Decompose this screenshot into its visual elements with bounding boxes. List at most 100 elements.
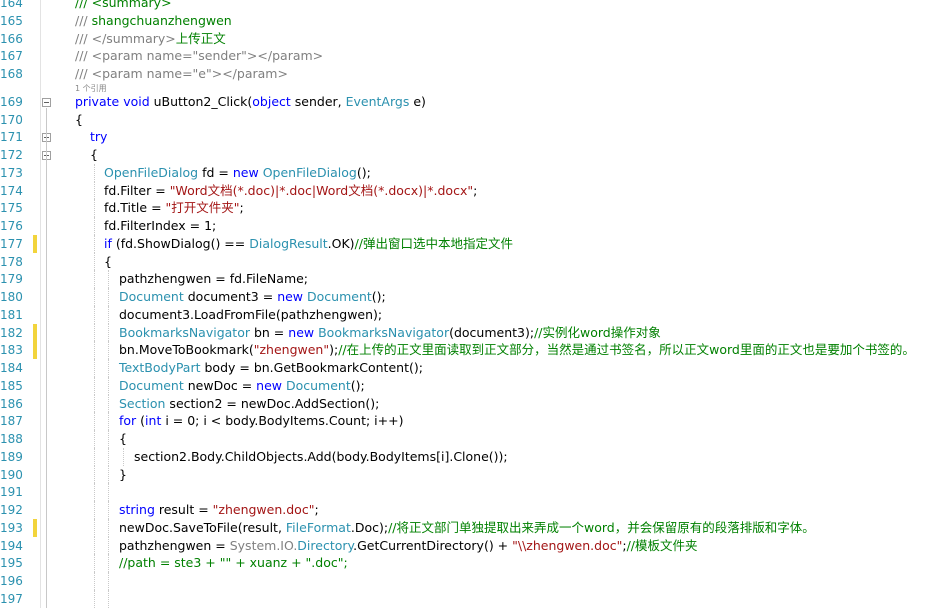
code-line[interactable]: 185 Document newDoc = new Document(); [0, 377, 936, 395]
code-line[interactable]: 172 { [0, 146, 936, 164]
code-token: ; [314, 502, 319, 517]
code-token: /// [75, 12, 92, 28]
code-token: result = [154, 502, 213, 517]
code-text: Section section2 = newDoc.AddSection(); [119, 395, 379, 413]
code-line[interactable]: 169 private void uButton2_Click(object se… [0, 93, 936, 111]
code-token: bn = [250, 324, 289, 340]
code-line[interactable]: 195 //path = ste3 + "" + xuanz + ".doc"; [0, 554, 936, 572]
code-token: new [256, 377, 282, 393]
code-token: pathzhengwen = [119, 537, 230, 553]
code-token: bn.MoveToBookmark( [119, 342, 254, 358]
code-token: OpenFileDialog [262, 164, 357, 180]
line-number: 167 [0, 49, 23, 64]
code-text: BookmarksNavigator bn = new BookmarksNav… [119, 324, 661, 342]
indent-guide [108, 501, 109, 519]
code-line[interactable]: 188 { [0, 430, 936, 448]
code-line[interactable]: 184 TextBodyPart body = bn.GetBookmarkCon… [0, 359, 936, 377]
indent-guide [108, 270, 109, 288]
code-line[interactable]: 170 { [0, 111, 936, 129]
code-line[interactable]: 196 [0, 572, 936, 590]
code-text: /// </summary>上传正文 [75, 30, 226, 48]
code-line[interactable]: 179 pathzhengwen = fd.FileName; [0, 270, 936, 288]
indent-guide [94, 589, 95, 608]
code-line[interactable]: 194 pathzhengwen = System.IO.Directory.Ge… [0, 537, 936, 555]
line-number: 194 [0, 538, 23, 553]
line-number: 196 [0, 574, 23, 588]
code-token: //在上传的正文里面读取到正文部分，当然是通过书签名，所以正文word里面的正文… [338, 342, 915, 358]
code-token: new [277, 289, 304, 304]
code-token: .OK) [327, 235, 355, 251]
code-token: Section [119, 395, 166, 411]
code-token: /// <summary> [75, 0, 172, 10]
code-text: pathzhengwen = fd.FileName; [119, 270, 308, 288]
code-line[interactable]: 174 fd.Filter = "Word文档(*.doc)|*.doc|Word… [0, 182, 936, 200]
line-number: 164 [0, 0, 23, 10]
code-token: { [119, 431, 127, 446]
indent-guide [94, 359, 95, 377]
code-line[interactable]: 182 BookmarksNavigator bn = new Bookmarks… [0, 323, 936, 342]
code-text: OpenFileDialog fd = new OpenFileDialog()… [104, 164, 371, 182]
code-token: "打开文件夹" [165, 200, 240, 216]
code-token: for [119, 413, 137, 429]
code-line[interactable]: 173 OpenFileDialog fd = new OpenFileDialo… [0, 164, 936, 182]
code-text: string result = "zhengwen.doc"; [119, 501, 319, 519]
code-token: .GetCurrentDirectory() + [353, 537, 513, 553]
code-token: e) [409, 93, 426, 109]
code-line[interactable]: 175 fd.Title = "打开文件夹"; [0, 199, 936, 217]
code-line[interactable]: 171 try [0, 128, 936, 146]
code-line[interactable]: 164 /// <summary> [0, 0, 936, 12]
code-token: ( [136, 413, 146, 429]
code-token: OpenFileDialog [104, 164, 199, 180]
code-line[interactable]: 186 Section section2 = newDoc.AddSection(… [0, 395, 936, 413]
code-line[interactable]: 197 [0, 590, 936, 608]
code-line[interactable]: 187 for (int i = 0; i < body.BodyItems.Co… [0, 412, 936, 430]
line-number: 177 [0, 236, 23, 251]
code-editor[interactable]: 164 /// <summary> 165 /// shangchuanzhengwe… [0, 0, 936, 608]
code-line[interactable]: 176 fd.FilterIndex = 1; [0, 217, 936, 235]
indent-guide [94, 483, 95, 501]
code-line[interactable]: 192 string result = "zhengwen.doc"; [0, 501, 936, 519]
code-line[interactable]: 178 { [0, 253, 936, 271]
indent-guide [108, 305, 109, 324]
line-number: 168 [0, 67, 23, 81]
code-line[interactable]: 190} [0, 466, 936, 484]
code-line[interactable]: 189 section2.Body.ChildObjects.Add(body.B… [0, 448, 936, 466]
code-text: { [119, 430, 127, 448]
indent-guide [94, 181, 95, 200]
indent-guide [108, 518, 109, 537]
code-line[interactable]: 191 [0, 483, 936, 501]
code-token: shangchuanzhengwen [91, 12, 232, 28]
code-line[interactable]: 193 newDoc.SaveToFile(result, FileFormat.… [0, 518, 936, 537]
code-text: fd.Title = "打开文件夹"; [104, 199, 244, 217]
code-text: { [75, 111, 83, 129]
code-token: void [123, 93, 150, 109]
indent-guide [94, 536, 95, 555]
code-line[interactable]: 177 if (fd.ShowDialog() == DialogResult.O… [0, 234, 936, 253]
change-marker [33, 234, 37, 253]
indent-guide [108, 554, 109, 572]
indent-guide [94, 270, 95, 288]
code-line[interactable]: 167 /// <param name="sender"></param> [0, 47, 936, 65]
indent-guide [94, 412, 95, 430]
code-line[interactable]: 183 bn.MoveToBookmark("zhengwen");//在上传的正… [0, 341, 936, 360]
indent-guide [94, 252, 95, 271]
code-token: "\\zhengwen.doc" [512, 537, 623, 553]
code-token: try [90, 129, 108, 145]
line-number: 186 [0, 396, 23, 411]
code-line[interactable]: 180 Document document3 = new Document(); [0, 288, 936, 306]
code-token: newDoc.SaveToFile(result, [119, 519, 286, 535]
indent-guide [94, 572, 95, 590]
code-token: document3 = [183, 289, 278, 304]
indent-guide [108, 394, 109, 413]
code-line[interactable]: 166 /// </summary>上传正文 [0, 30, 936, 48]
code-line[interactable]: 181 document3.LoadFromFile(pathzhengwen); [0, 306, 936, 324]
indent-guide [123, 447, 124, 466]
change-marker [33, 323, 37, 342]
line-number: 178 [0, 254, 23, 269]
line-number: 181 [0, 307, 23, 322]
code-text: TextBodyPart body = bn.GetBookmarkConten… [119, 359, 423, 377]
code-line[interactable]: 165 /// shangchuanzhengwen [0, 12, 936, 30]
code-line[interactable]: 168 /// <param name="e"></param> [0, 65, 936, 83]
code-token: (fd.ShowDialog() == [111, 235, 250, 251]
collapse-toggle-icon[interactable] [42, 97, 51, 107]
